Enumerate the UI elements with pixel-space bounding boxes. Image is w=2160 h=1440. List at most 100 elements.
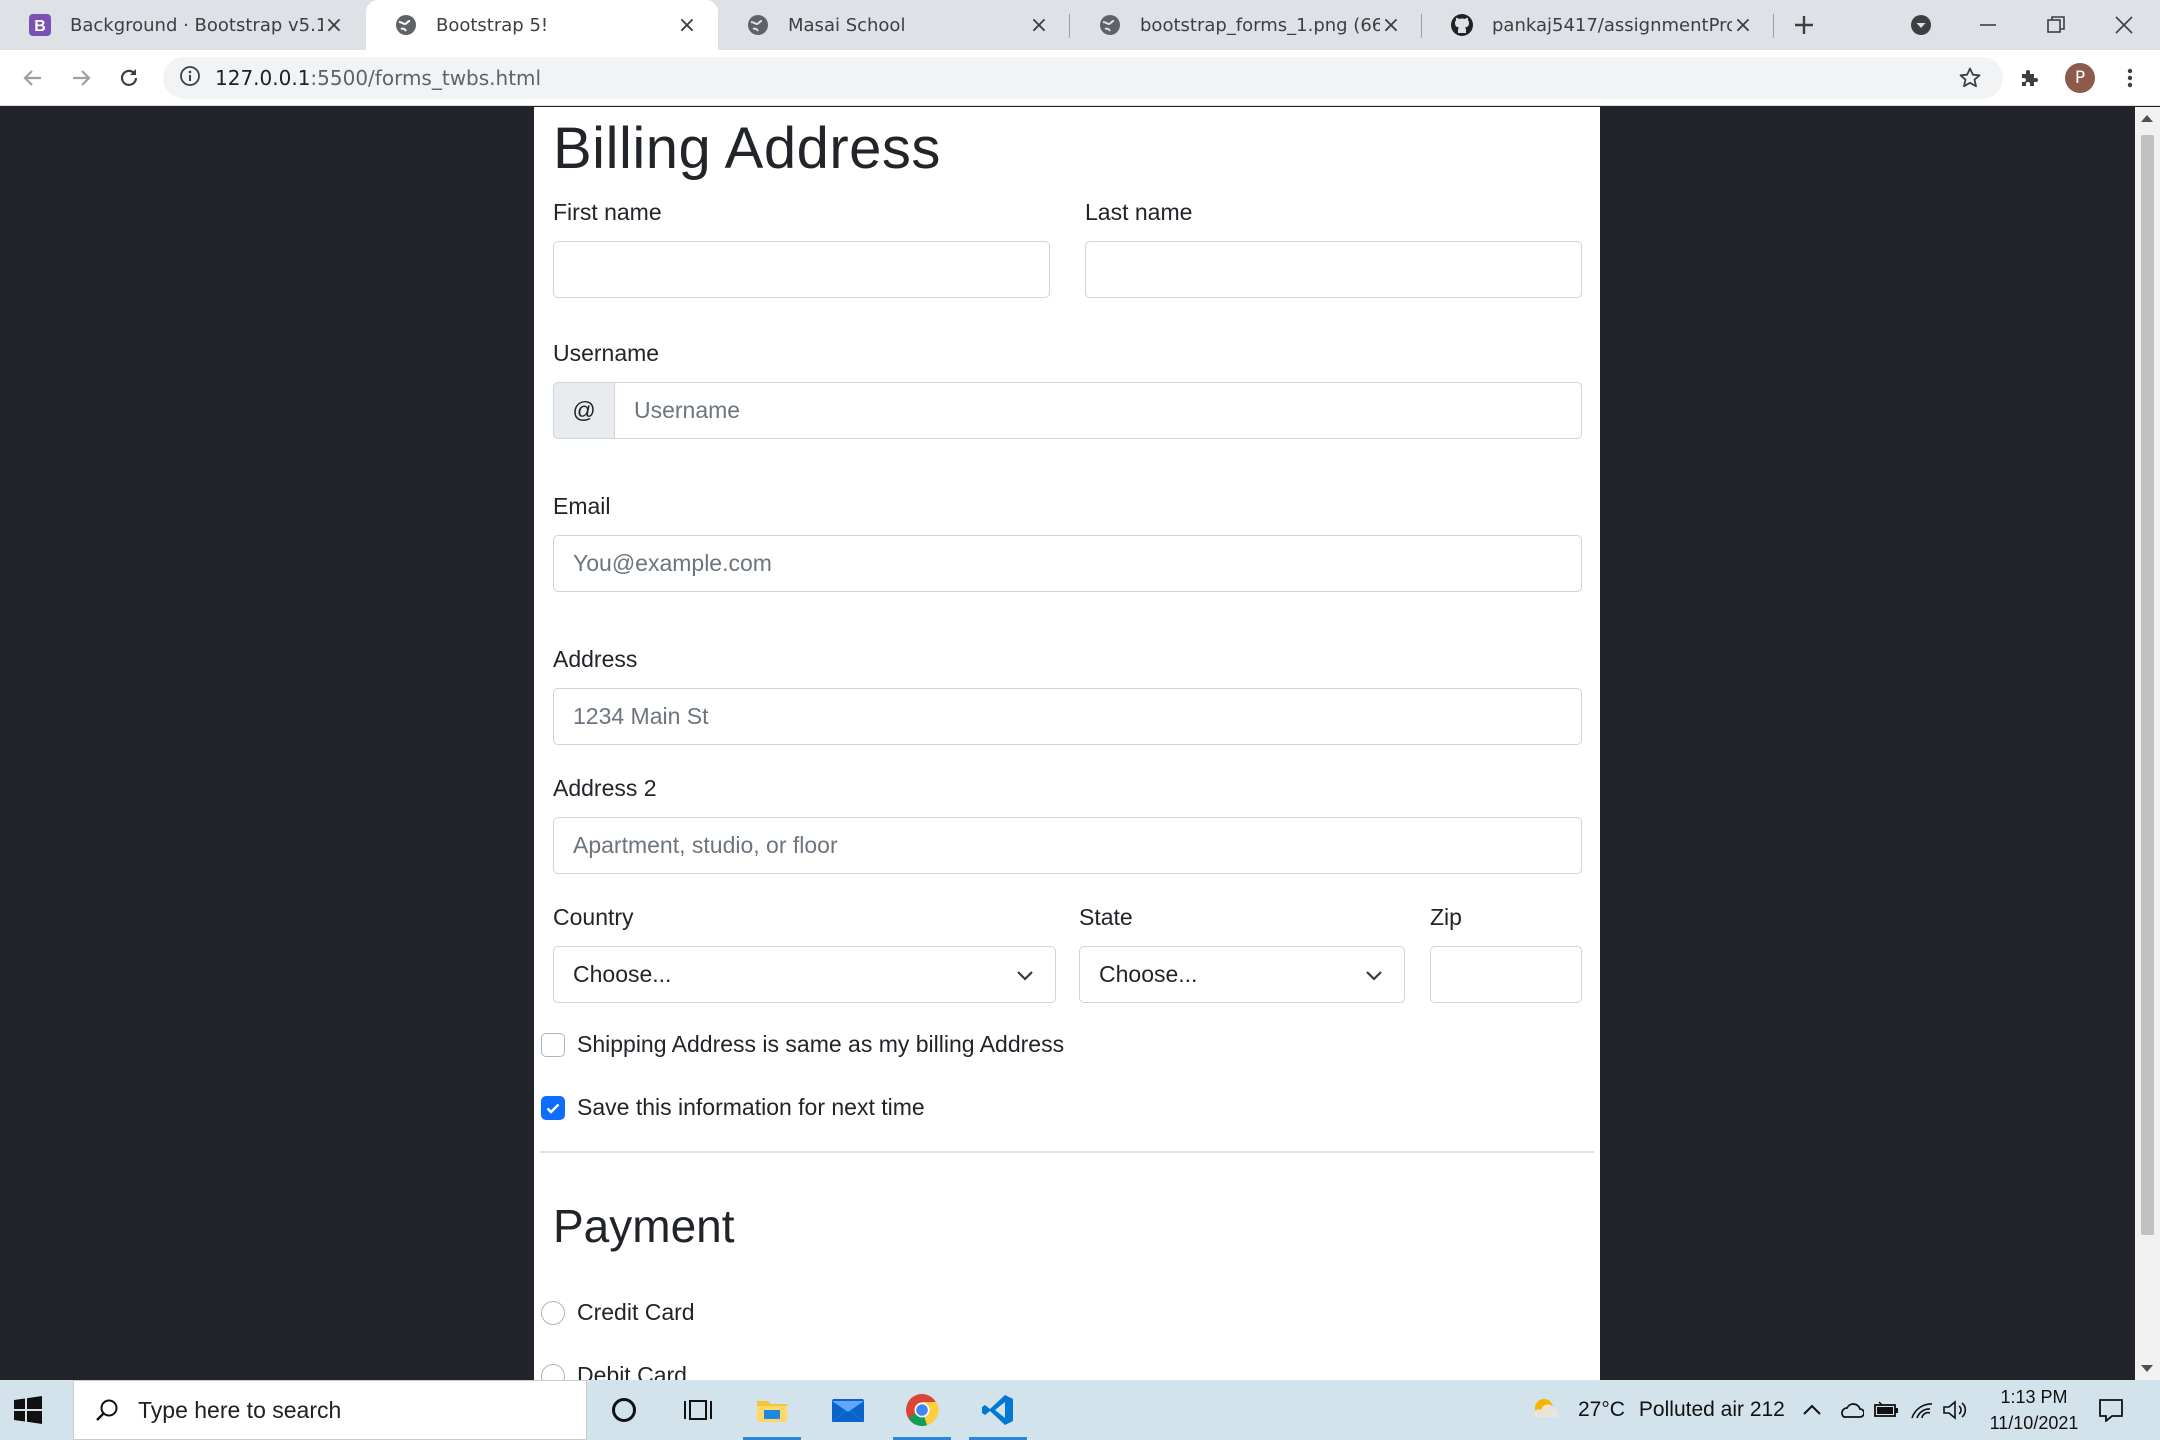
tab-bootstrap-forms-png[interactable]: bootstrap_forms_1.png (669×96 × — [1070, 0, 1422, 50]
address2-input[interactable]: Apartment, studio, or floor — [553, 817, 1582, 874]
forward-arrow-icon[interactable] — [59, 56, 103, 100]
address-input[interactable]: 1234 Main St — [553, 688, 1582, 745]
page-viewport: Billing Address First name Last name Use… — [0, 107, 2135, 1380]
chrome-icon[interactable] — [885, 1380, 959, 1440]
page-scrollbar[interactable] — [2135, 107, 2160, 1380]
github-icon — [1450, 13, 1474, 37]
country-select-value: Choose... — [573, 961, 672, 987]
chevron-down-icon — [1017, 971, 1033, 981]
tab-search-icon[interactable] — [1896, 0, 1946, 50]
tab-separator — [1773, 14, 1774, 38]
scroll-down-arrow-icon[interactable] — [2141, 1365, 2153, 1372]
url-path: :5500/forms_twbs.html — [310, 66, 542, 90]
globe-icon — [746, 13, 770, 37]
weather-temp: 27°C — [1578, 1398, 1625, 1421]
credit-card-label: Credit Card — [577, 1299, 695, 1325]
site-info-icon[interactable] — [179, 65, 201, 91]
username-label: Username — [553, 340, 660, 366]
search-icon — [96, 1399, 118, 1421]
tab-close-icon[interactable]: × — [1028, 13, 1050, 38]
clock-date: 11/10/2021 — [1989, 1413, 2079, 1433]
shipping-same-checkbox[interactable] — [541, 1033, 565, 1057]
last-name-input[interactable] — [1085, 241, 1582, 298]
weather-widget[interactable]: 27°C Polluted air 212 — [1528, 1380, 1785, 1440]
taskbar-clock[interactable]: 1:13 PM 11/10/2021 — [1976, 1384, 2092, 1436]
taskbar-search-placeholder: Type here to search — [138, 1396, 342, 1423]
tab-close-icon[interactable]: × — [676, 13, 698, 38]
billing-address-title: Billing Address — [553, 116, 941, 181]
scroll-up-arrow-icon[interactable] — [2141, 115, 2153, 122]
bookmark-star-icon[interactable] — [1948, 56, 1992, 100]
air-quality-text: Polluted air 212 — [1638, 1398, 1785, 1421]
minimize-icon[interactable] — [1963, 0, 2013, 50]
first-name-input[interactable] — [553, 241, 1050, 298]
notifications-icon[interactable] — [2098, 1380, 2124, 1440]
task-view-icon[interactable] — [661, 1380, 735, 1440]
email-input[interactable]: You@example.com — [553, 535, 1582, 592]
onedrive-cloud-icon[interactable] — [1838, 1380, 1864, 1440]
zip-input[interactable] — [1430, 946, 1582, 1003]
credit-card-radio[interactable] — [541, 1301, 565, 1325]
chevron-down-icon — [1366, 971, 1382, 981]
state-label: State — [1079, 904, 1133, 930]
vscode-icon[interactable] — [961, 1380, 1035, 1440]
restore-icon[interactable] — [2031, 0, 2081, 50]
debit-card-radio[interactable] — [541, 1364, 565, 1380]
windows-start-icon[interactable] — [14, 1396, 42, 1424]
url-host: 127.0.0.1 — [215, 66, 311, 90]
show-hidden-icons-chevron-icon[interactable] — [1802, 1380, 1822, 1440]
profile-avatar[interactable]: P — [2058, 56, 2102, 100]
clock-time: 1:13 PM — [2000, 1387, 2068, 1407]
new-tab-plus-icon[interactable] — [1779, 0, 1829, 50]
taskbar-search-box[interactable]: Type here to search — [73, 1380, 587, 1440]
save-info-checkbox[interactable] — [541, 1096, 565, 1120]
tab-close-icon[interactable]: × — [323, 13, 345, 38]
tab-masai-school[interactable]: Masai School × — [718, 0, 1070, 50]
back-arrow-icon[interactable] — [11, 56, 55, 100]
browser-tab-strip: B Background · Bootstrap v5.1 × Bootstra… — [0, 0, 2160, 50]
tab-bootstrap-5[interactable]: Bootstrap 5! × — [366, 0, 718, 50]
first-name-label: First name — [553, 199, 662, 225]
address2-label: Address 2 — [553, 775, 657, 801]
country-label: Country — [553, 904, 634, 930]
tab-title: Background · Bootstrap v5.1 — [70, 14, 323, 36]
scrollbar-thumb[interactable] — [2141, 135, 2154, 1235]
debit-card-label: Debit Card — [577, 1362, 687, 1380]
volume-icon[interactable] — [1942, 1380, 1968, 1440]
state-select-value: Choose... — [1099, 961, 1198, 987]
window-close-icon[interactable] — [2099, 0, 2149, 50]
last-name-label: Last name — [1085, 199, 1193, 225]
save-info-label: Save this information for next time — [577, 1094, 925, 1120]
avatar: P — [2065, 63, 2095, 93]
tab-title: Bootstrap 5! — [436, 14, 549, 36]
battery-icon[interactable] — [1874, 1380, 1900, 1440]
file-explorer-icon[interactable] — [735, 1380, 809, 1440]
chrome-menu-icon[interactable] — [2108, 56, 2152, 100]
username-input[interactable]: Username — [614, 382, 1582, 439]
tab-bootstrap-background[interactable]: B Background · Bootstrap v5.1 × — [0, 0, 365, 50]
country-select[interactable]: Choose... — [553, 946, 1056, 1003]
section-divider — [540, 1151, 1594, 1153]
tab-close-icon[interactable]: × — [1732, 13, 1754, 38]
username-at-addon: @ — [553, 382, 614, 439]
extensions-puzzle-icon[interactable] — [2008, 56, 2052, 100]
shipping-same-label: Shipping Address is same as my billing A… — [577, 1031, 1065, 1057]
mail-icon[interactable] — [811, 1380, 885, 1440]
tab-title: pankaj5417/assignmentProj — [1492, 14, 1732, 36]
reload-icon[interactable] — [107, 56, 151, 100]
windows-taskbar: Type here to search 27°C Polluted air 21… — [0, 1380, 2160, 1440]
cortana-icon[interactable] — [587, 1380, 661, 1440]
zip-label: Zip — [1430, 904, 1462, 930]
form-container: Billing Address First name Last name Use… — [534, 107, 1600, 1380]
bootstrap-icon: B — [28, 13, 52, 37]
address-bar[interactable]: 127.0.0.1:5500/forms_twbs.html — [163, 57, 2003, 99]
svg-text:B: B — [34, 18, 46, 35]
tab-close-icon[interactable]: × — [1380, 13, 1402, 38]
wifi-icon[interactable] — [1910, 1380, 1934, 1440]
state-select[interactable]: Choose... — [1079, 946, 1405, 1003]
tab-github-pankaj[interactable]: pankaj5417/assignmentProj × — [1422, 0, 1774, 50]
address-label: Address — [553, 646, 638, 672]
email-label: Email — [553, 493, 611, 519]
tab-title: bootstrap_forms_1.png (669×96 — [1140, 14, 1380, 36]
weather-sun-icon — [1534, 1399, 1559, 1417]
